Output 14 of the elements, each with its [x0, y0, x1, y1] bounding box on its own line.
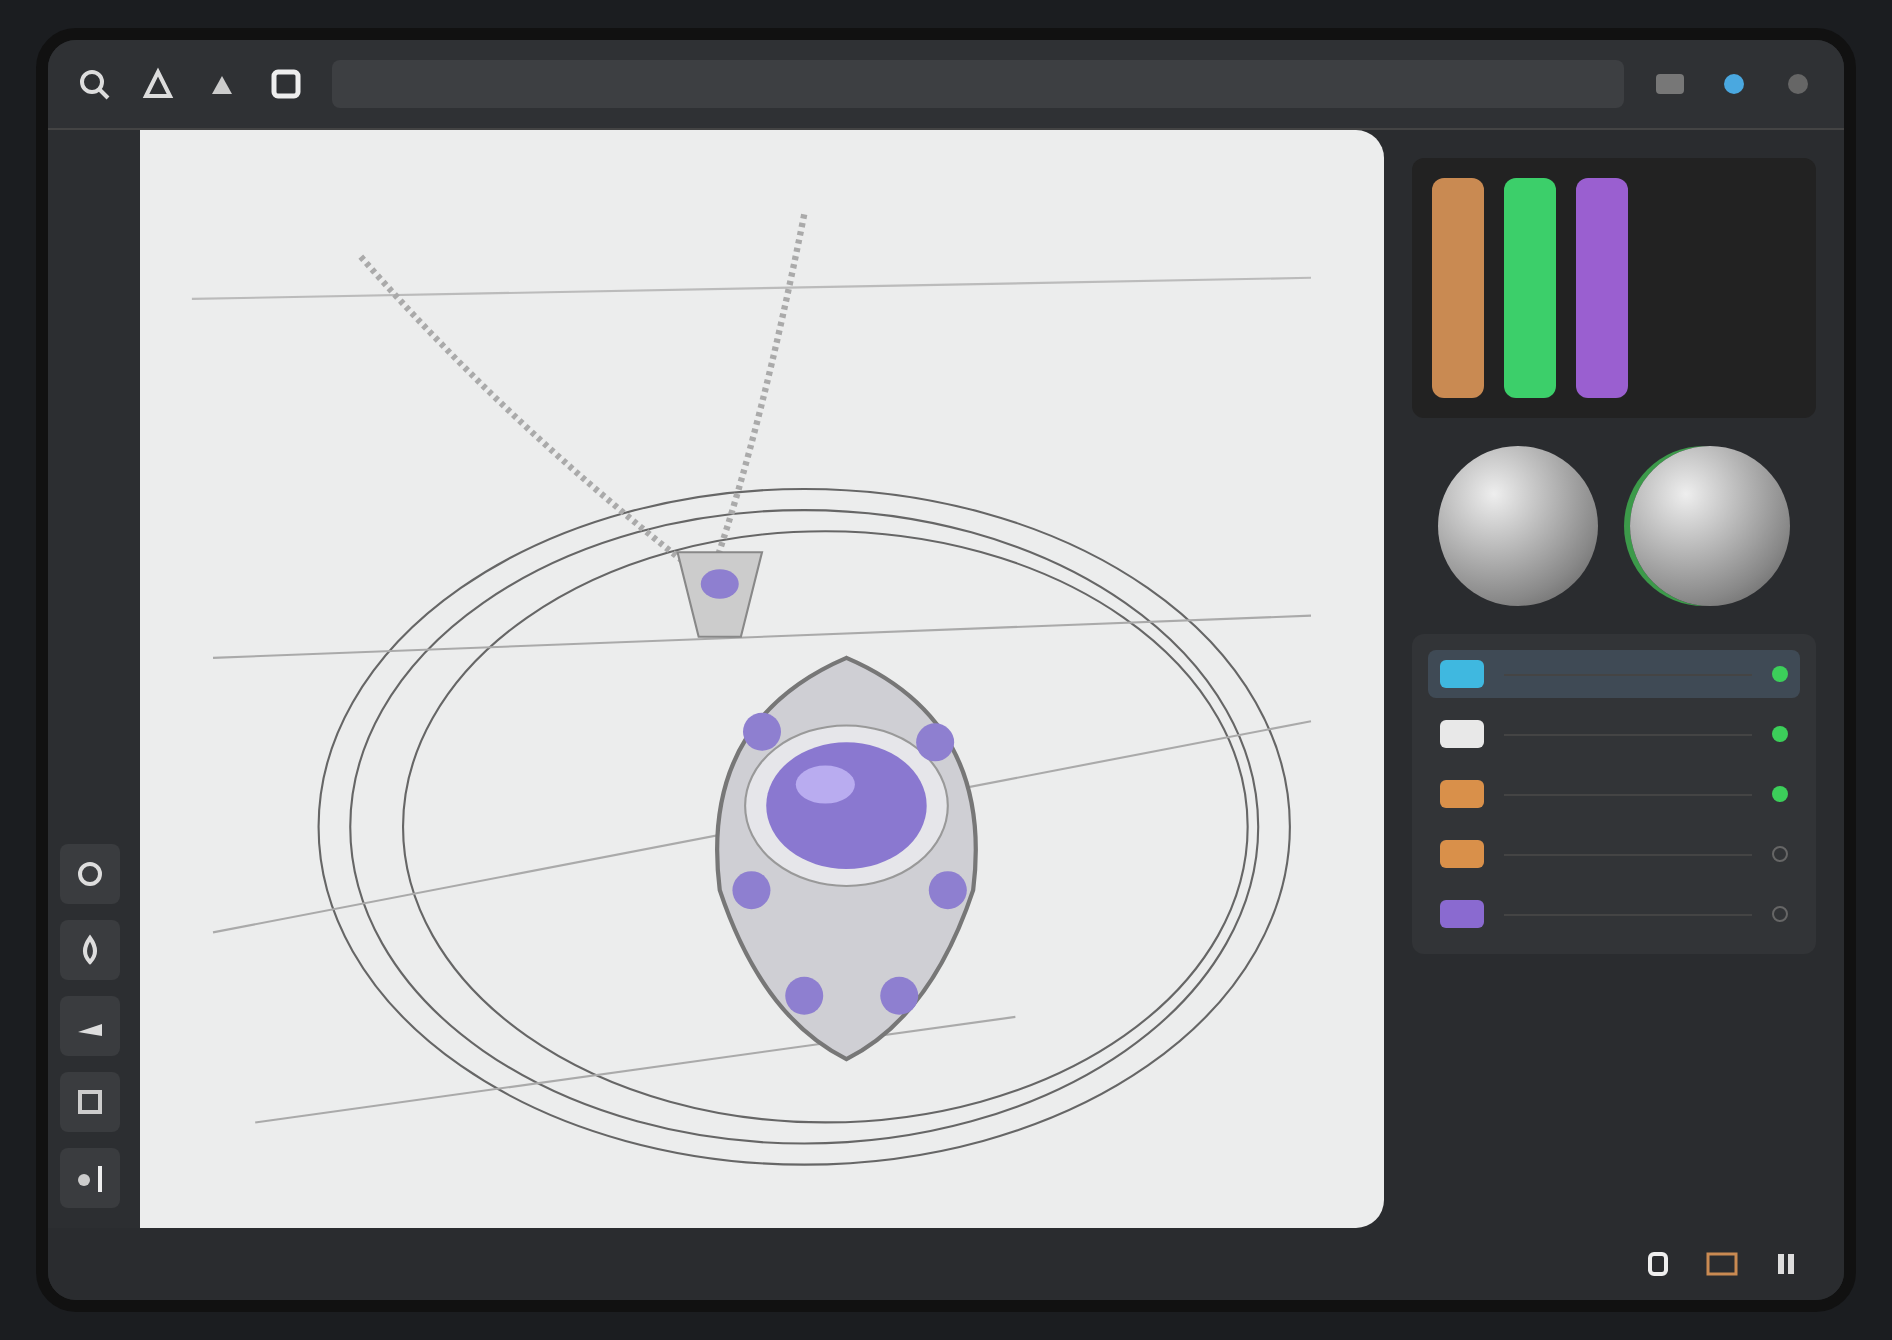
- visibility-dot[interactable]: [1772, 726, 1788, 742]
- search-icon[interactable]: [76, 66, 112, 102]
- droplet-icon[interactable]: [60, 920, 120, 980]
- visibility-dot[interactable]: [1772, 906, 1788, 922]
- color-bar[interactable]: [1432, 178, 1484, 398]
- visibility-dot[interactable]: [1772, 846, 1788, 862]
- color-bar[interactable]: [1576, 178, 1628, 398]
- square-icon[interactable]: [60, 1072, 120, 1132]
- square-icon[interactable]: [268, 66, 304, 102]
- layer-row[interactable]: [1428, 650, 1800, 698]
- visibility-dot[interactable]: [1772, 786, 1788, 802]
- visibility-dot[interactable]: [1772, 666, 1788, 682]
- color-bar[interactable]: [1504, 178, 1556, 398]
- slider-icon[interactable]: [60, 1148, 120, 1208]
